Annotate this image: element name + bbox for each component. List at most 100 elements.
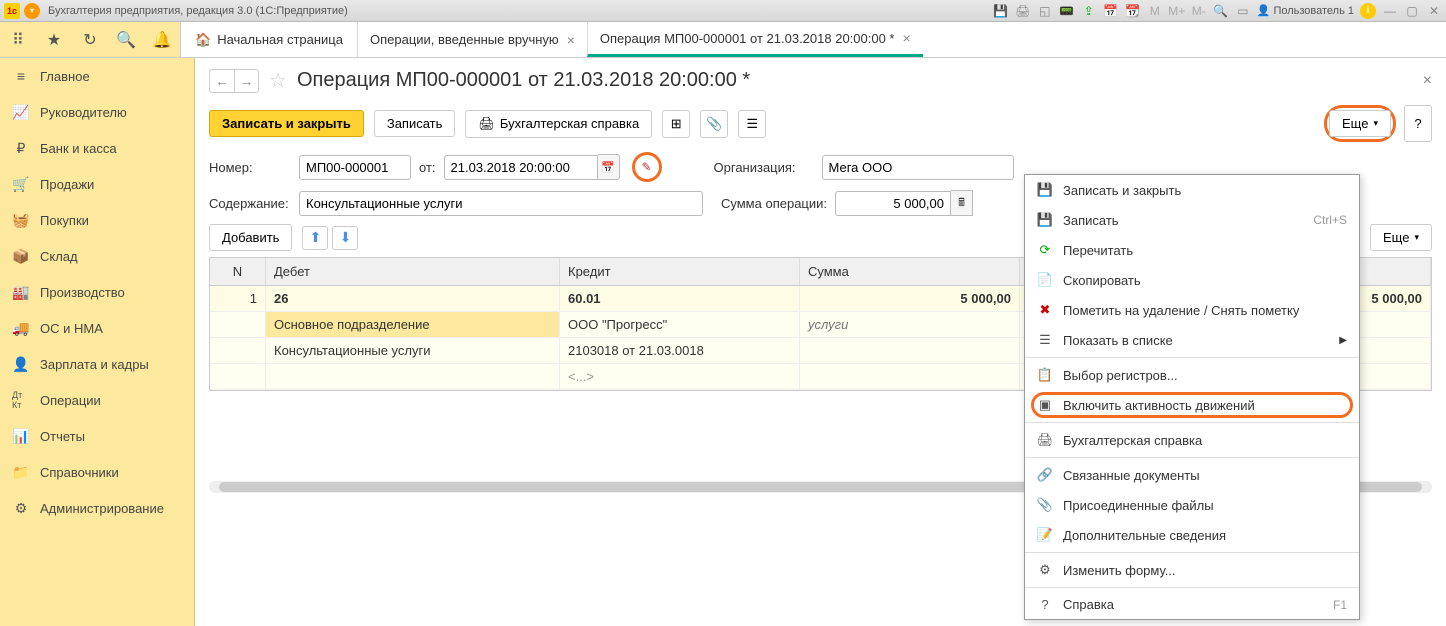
date-label: от: xyxy=(419,160,436,175)
history-icon[interactable]: ↻ xyxy=(72,22,108,58)
chart-icon: 📈 xyxy=(12,104,30,121)
tab-close-icon[interactable]: × xyxy=(567,32,575,48)
titlebar: 1c ▾ Бухгалтерия предприятия, редакция 3… xyxy=(0,0,1446,22)
move-down-button[interactable]: ⬇ xyxy=(332,226,358,250)
col-debit[interactable]: Дебет xyxy=(266,258,560,285)
minimize-icon[interactable]: — xyxy=(1382,3,1398,19)
cal31-icon[interactable]: 📆 xyxy=(1125,3,1141,19)
add-row-button[interactable]: Добавить xyxy=(209,224,292,251)
print-icon[interactable]: 🖨 xyxy=(1015,3,1031,19)
structure-button[interactable]: ⊞ xyxy=(662,110,690,138)
calendar-picker-icon[interactable]: 📅 xyxy=(598,154,620,180)
page-close-icon[interactable]: × xyxy=(1423,72,1432,90)
menu-attachments[interactable]: 📎Присоединенные файлы xyxy=(1025,490,1359,520)
nav-home[interactable]: 🏠 Начальная страница xyxy=(181,22,357,57)
zoom-icon[interactable]: 🔍 xyxy=(1213,3,1229,19)
tab-label: Операция МП00-000001 от 21.03.2018 20:00… xyxy=(600,31,895,46)
sidebar-item-manager[interactable]: 📈 Руководителю xyxy=(0,94,194,130)
star-icon[interactable]: ★ xyxy=(36,22,72,58)
sidebar-item-label: Продажи xyxy=(40,177,94,192)
col-sum[interactable]: Сумма xyxy=(800,258,1020,285)
m-plus-icon[interactable]: M+ xyxy=(1169,3,1185,19)
help-button[interactable]: ? xyxy=(1404,105,1432,142)
sidebar-item-admin[interactable]: ⚙Администрирование xyxy=(0,490,194,526)
layout-icon[interactable]: ▭ xyxy=(1235,3,1251,19)
sidebar-item-production[interactable]: 🏭Производство xyxy=(0,274,194,310)
sidebar-item-operations[interactable]: Дт КтОперации xyxy=(0,382,194,418)
tab-operations-list[interactable]: Операции, введенные вручную × xyxy=(357,22,587,57)
menu-save-close[interactable]: 💾Записать и закрыть xyxy=(1025,175,1359,205)
col-n[interactable]: N xyxy=(210,258,266,285)
cell-debit-item: Консультационные услуги xyxy=(266,338,560,363)
nav-back-button[interactable]: ← xyxy=(210,70,234,92)
sidebar-item-assets[interactable]: 🚚ОС и НМА xyxy=(0,310,194,346)
menu-related-docs[interactable]: 🔗Связанные документы xyxy=(1025,460,1359,490)
save-icon: 💾 xyxy=(1037,182,1053,198)
tab-operation-doc[interactable]: Операция МП00-000001 от 21.03.2018 20:00… xyxy=(587,22,923,57)
sidebar-item-directories[interactable]: 📁Справочники xyxy=(0,454,194,490)
chevron-down-icon: ▾ xyxy=(1414,232,1419,243)
apps-icon[interactable]: ⠿ xyxy=(0,22,36,58)
menu-enable-activity[interactable]: ▣Включить активность движений xyxy=(1025,390,1359,420)
menu-reread[interactable]: ⟳Перечитать xyxy=(1025,235,1359,265)
window-close-icon[interactable]: ✕ xyxy=(1426,3,1442,19)
menu-change-form[interactable]: ⚙Изменить форму... xyxy=(1025,555,1359,585)
m-icon[interactable]: M xyxy=(1147,3,1163,19)
sidebar-item-label: Главное xyxy=(40,69,90,84)
bell-icon[interactable]: 🔔 xyxy=(144,22,180,58)
print-icon: 🖨 xyxy=(1037,432,1053,448)
sidebar-item-main[interactable]: ≡Главное xyxy=(0,58,194,94)
menu-acc-report[interactable]: 🖨Бухгалтерская справка xyxy=(1025,425,1359,455)
search-icon[interactable]: 🔍 xyxy=(108,22,144,58)
org-input[interactable] xyxy=(822,155,1014,180)
save-button[interactable]: Записать xyxy=(374,110,456,137)
attach-button[interactable]: 📎 xyxy=(700,110,728,138)
sidebar-item-sales[interactable]: 🛒Продажи xyxy=(0,166,194,202)
menu-show-list[interactable]: ☰Показать в списке▶ xyxy=(1025,325,1359,355)
sidebar-item-payroll[interactable]: 👤Зарплата и кадры xyxy=(0,346,194,382)
info-icon: 📝 xyxy=(1037,527,1053,543)
calculator-icon[interactable]: 🖩 xyxy=(951,190,973,216)
info-icon[interactable]: i xyxy=(1360,3,1376,19)
cell-n: 1 xyxy=(210,286,266,311)
menu-help[interactable]: ?СправкаF1 xyxy=(1025,590,1359,619)
menu-mark-delete[interactable]: ✖Пометить на удаление / Снять пометку xyxy=(1025,295,1359,325)
sidebar-item-label: Руководителю xyxy=(40,105,127,120)
sidebar-item-purchases[interactable]: 🧺Покупки xyxy=(0,202,194,238)
sidebar-item-warehouse[interactable]: 📦Склад xyxy=(0,238,194,274)
desc-input[interactable] xyxy=(299,191,703,216)
favorite-star-icon[interactable]: ☆ xyxy=(269,68,287,93)
sidebar-item-label: Администрирование xyxy=(40,501,164,516)
user-badge[interactable]: 👤 Пользователь 1 xyxy=(1257,4,1354,17)
sidebar-item-bank[interactable]: ₽Банк и касса xyxy=(0,130,194,166)
maximize-icon[interactable]: ▢ xyxy=(1404,3,1420,19)
save-close-button[interactable]: Записать и закрыть xyxy=(209,110,364,137)
save-icon[interactable]: 💾 xyxy=(993,3,1009,19)
cell-credit-doc: 2103018 от 21.03.0018 xyxy=(560,338,800,363)
more-button[interactable]: Еще ▾ xyxy=(1329,110,1391,137)
menu-additional-info[interactable]: 📝Дополнительные сведения xyxy=(1025,520,1359,550)
compare-icon[interactable]: ◱ xyxy=(1037,3,1053,19)
edit-date-icon[interactable]: ✎ xyxy=(637,157,657,177)
m-minus-icon[interactable]: M- xyxy=(1191,3,1207,19)
col-credit[interactable]: Кредит xyxy=(560,258,800,285)
sum-input[interactable] xyxy=(835,191,951,216)
accounting-report-button[interactable]: 🖨 Бухгалтерская справка xyxy=(465,110,652,138)
menu-registers[interactable]: 📋Выбор регистров... xyxy=(1025,360,1359,390)
calc-icon[interactable]: 📟 xyxy=(1059,3,1075,19)
sidebar-item-reports[interactable]: 📊Отчеты xyxy=(0,418,194,454)
app-dropdown-icon[interactable]: ▾ xyxy=(24,3,40,19)
move-up-button[interactable]: ⬆ xyxy=(302,226,328,250)
number-input[interactable] xyxy=(299,155,411,180)
truck-icon: 🚚 xyxy=(12,320,30,337)
ruble-icon: ₽ xyxy=(12,140,30,157)
menu-save[interactable]: 💾ЗаписатьCtrl+S xyxy=(1025,205,1359,235)
export-icon[interactable]: ⇪ xyxy=(1081,3,1097,19)
nav-forward-button[interactable]: → xyxy=(234,70,258,92)
tab-close-icon[interactable]: × xyxy=(903,30,911,46)
menu-copy[interactable]: 📄Скопировать xyxy=(1025,265,1359,295)
date-input[interactable] xyxy=(444,155,598,180)
calendar-icon[interactable]: 📅 xyxy=(1103,3,1119,19)
list-button[interactable]: ☰ xyxy=(738,110,766,138)
table-more-button[interactable]: Еще ▾ xyxy=(1370,224,1432,251)
